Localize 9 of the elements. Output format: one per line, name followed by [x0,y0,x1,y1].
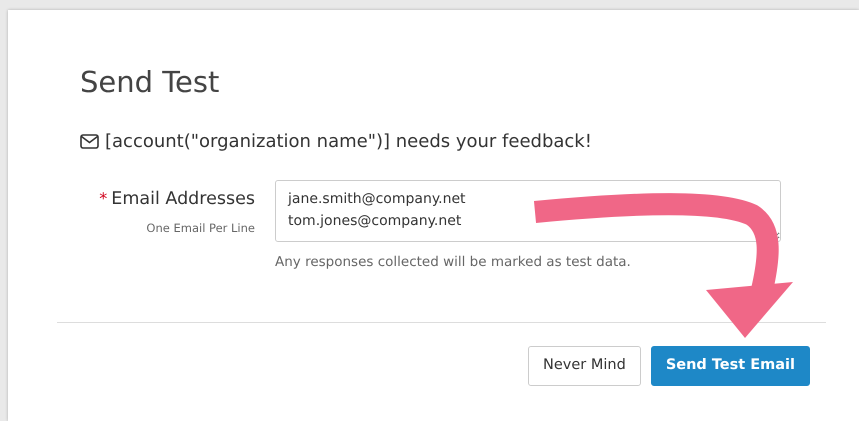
field-hint: One Email Per Line [145,220,255,238]
send-button[interactable]: Send Test Email [650,346,810,386]
help-text: Any responses collected will be marked as test data. [275,253,632,272]
required-mark: * [99,189,108,208]
envelope-icon [80,134,99,149]
cancel-button[interactable]: Never Mind [528,346,641,386]
subject-text: [account("organization name")] needs your feedback! [105,130,592,154]
field-label: Email Addresses [111,189,255,209]
dialog-title: Send Test [79,64,220,101]
